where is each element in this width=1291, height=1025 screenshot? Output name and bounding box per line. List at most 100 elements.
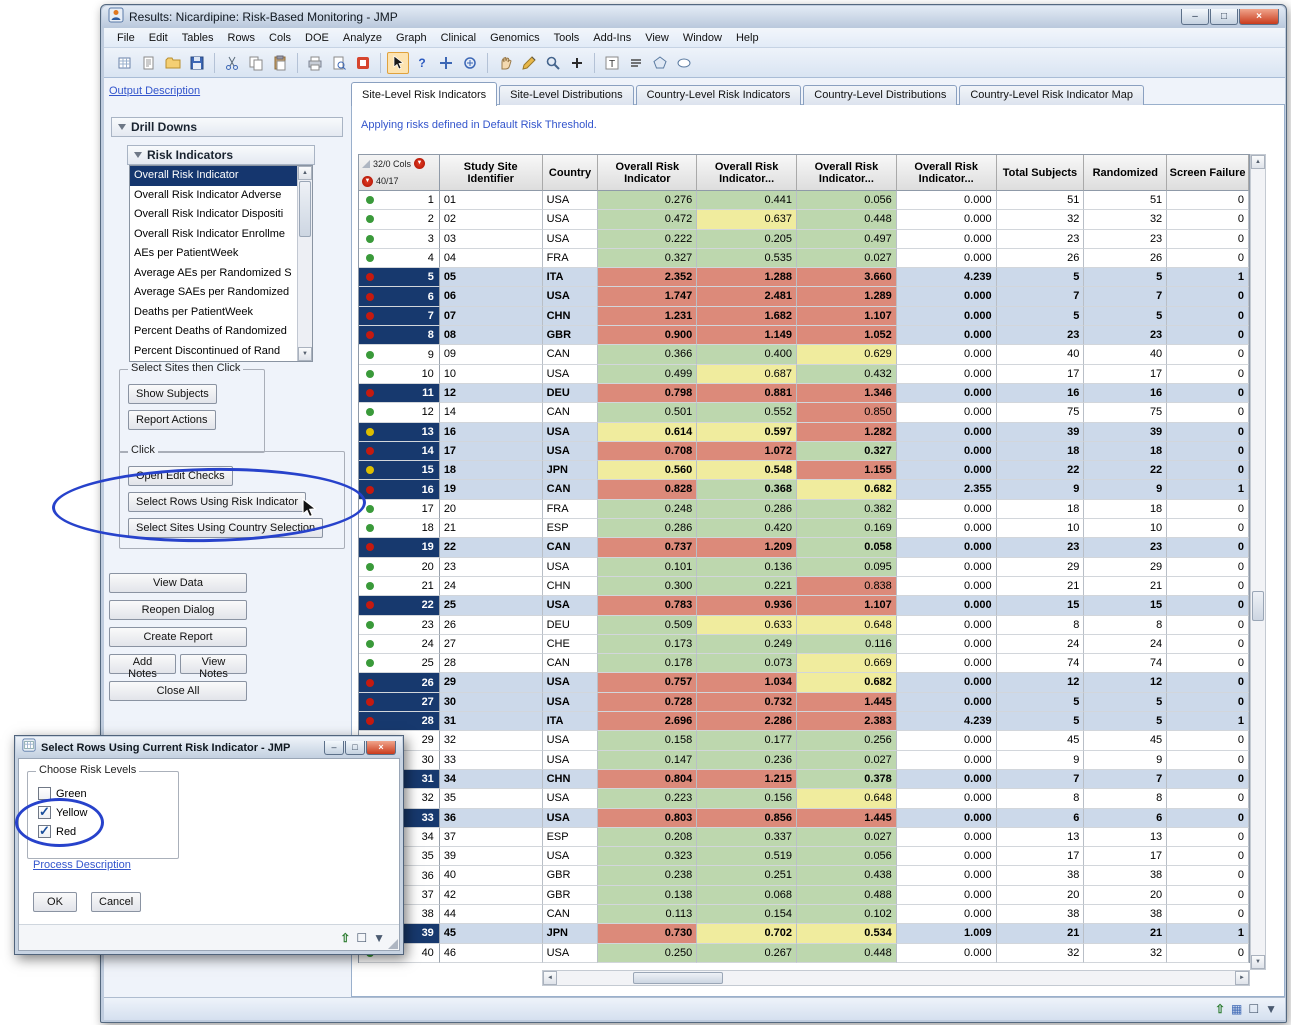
cell-risk-value[interactable]: 0.000 — [897, 326, 997, 345]
cell-country[interactable]: USA — [543, 365, 599, 384]
cell-risk-value[interactable]: 0.757 — [598, 673, 697, 692]
cell-count[interactable]: 23 — [997, 538, 1085, 557]
risk-indicator-item-percent-deaths-of-randomized[interactable]: Percent Deaths of Randomized — [130, 322, 297, 342]
cell-risk-value[interactable]: 0.936 — [697, 596, 797, 615]
cell-country[interactable]: ESP — [543, 519, 599, 538]
grabber-tool-icon[interactable] — [494, 52, 516, 74]
cell-risk-value[interactable]: 0.828 — [598, 480, 697, 499]
cell-risk-value[interactable]: 0.173 — [598, 635, 697, 654]
up-arrow-icon[interactable]: ⇧ — [340, 931, 350, 945]
row-header[interactable]: 12 — [359, 403, 440, 422]
cell-risk-value[interactable]: 0.669 — [797, 654, 897, 673]
cell-count[interactable]: 18 — [997, 500, 1085, 519]
cell-country[interactable]: USA — [543, 442, 599, 461]
cell-risk-value[interactable]: 0.068 — [697, 886, 797, 905]
cell-count[interactable]: 0 — [1167, 230, 1249, 249]
brush-tool-icon[interactable] — [518, 52, 540, 74]
cell-risk-value[interactable]: 0.238 — [598, 866, 697, 885]
cell-country[interactable]: CHN — [543, 577, 599, 596]
cell-site-id[interactable]: 24 — [440, 577, 543, 596]
cell-count[interactable]: 23 — [1084, 326, 1167, 345]
cell-count[interactable]: 18 — [1084, 442, 1167, 461]
cell-risk-value[interactable]: 1.445 — [797, 809, 897, 828]
cell-risk-value[interactable]: 0.000 — [897, 751, 997, 770]
cell-site-id[interactable]: 28 — [440, 654, 543, 673]
cell-risk-value[interactable]: 0.027 — [797, 751, 897, 770]
up-arrow-icon[interactable]: ⇧ — [1215, 1002, 1225, 1016]
cell-risk-value[interactable]: 0.534 — [797, 924, 897, 943]
cell-risk-value[interactable]: 0.000 — [897, 616, 997, 635]
cell-count[interactable]: 38 — [1084, 866, 1167, 885]
risk-indicator-item-overall-risk-indicator-enrollme[interactable]: Overall Risk Indicator Enrollme — [130, 225, 297, 245]
cell-count[interactable]: 21 — [1084, 924, 1167, 943]
cell-country[interactable]: FRA — [543, 500, 599, 519]
cell-risk-value[interactable]: 0.850 — [797, 403, 897, 422]
row-header[interactable]: 8 — [359, 326, 440, 345]
cell-risk-value[interactable]: 0.366 — [598, 345, 697, 364]
cell-risk-value[interactable]: 0.300 — [598, 577, 697, 596]
cell-country[interactable]: DEU — [543, 616, 599, 635]
cell-count[interactable]: 32 — [997, 944, 1085, 963]
cell-count[interactable]: 5 — [1084, 712, 1167, 731]
cell-count[interactable]: 0 — [1167, 789, 1249, 808]
cell-risk-value[interactable]: 0.177 — [697, 731, 797, 750]
cell-count[interactable]: 13 — [997, 828, 1085, 847]
cell-country[interactable]: GBR — [543, 326, 599, 345]
cell-country[interactable]: CHN — [543, 307, 599, 326]
cell-country[interactable]: ESP — [543, 828, 599, 847]
cell-risk-value[interactable]: 0.535 — [697, 249, 797, 268]
cell-count[interactable]: 18 — [997, 442, 1085, 461]
cell-count[interactable]: 51 — [1084, 191, 1167, 210]
cell-count[interactable]: 1 — [1167, 712, 1249, 731]
cell-count[interactable]: 0 — [1167, 731, 1249, 750]
cell-site-id[interactable]: 16 — [440, 423, 543, 442]
row-header[interactable]: 14 — [359, 442, 440, 461]
cell-site-id[interactable]: 07 — [440, 307, 543, 326]
cell-risk-value[interactable]: 0.000 — [897, 635, 997, 654]
risk-indicator-item-average-aes-per-randomized-s[interactable]: Average AEs per Randomized S — [130, 264, 297, 284]
cell-site-id[interactable]: 10 — [440, 365, 543, 384]
cell-risk-value[interactable]: 0.056 — [797, 191, 897, 210]
cell-count[interactable]: 8 — [997, 616, 1085, 635]
cell-risk-value[interactable]: 0.000 — [897, 538, 997, 557]
cell-count[interactable]: 0 — [1167, 596, 1249, 615]
cell-country[interactable]: USA — [543, 751, 599, 770]
risk-indicator-item-overall-risk-indicator-dispositi[interactable]: Overall Risk Indicator Dispositi — [130, 205, 297, 225]
cell-count[interactable]: 0 — [1167, 558, 1249, 577]
cell-count[interactable]: 32 — [997, 210, 1085, 229]
cell-count[interactable]: 22 — [997, 461, 1085, 480]
cell-count[interactable]: 26 — [997, 249, 1085, 268]
cell-site-id[interactable]: 36 — [440, 809, 543, 828]
table-vertical-scrollbar[interactable] — [1250, 154, 1266, 970]
columns-corner[interactable]: 32/0 Cols ▼ — [359, 155, 439, 173]
cell-risk-value[interactable]: 0.368 — [697, 480, 797, 499]
crosshair-tool-icon[interactable] — [435, 52, 457, 74]
cell-count[interactable]: 5 — [997, 712, 1085, 731]
menu-item-clinical[interactable]: Clinical — [434, 30, 483, 46]
cell-country[interactable]: CHN — [543, 770, 599, 789]
cell-count[interactable]: 0 — [1167, 616, 1249, 635]
scroll-right-icon[interactable] — [1235, 971, 1249, 985]
cell-count[interactable]: 0 — [1167, 828, 1249, 847]
cell-site-id[interactable]: 03 — [440, 230, 543, 249]
close-button[interactable]: × — [1239, 9, 1279, 25]
row-header[interactable]: 15 — [359, 461, 440, 480]
magnifier-tool-icon[interactable] — [542, 52, 564, 74]
cell-risk-value[interactable]: 0.000 — [897, 210, 997, 229]
cell-site-id[interactable]: 34 — [440, 770, 543, 789]
cell-count[interactable]: 7 — [997, 287, 1085, 306]
cell-risk-value[interactable]: 0.737 — [598, 538, 697, 557]
cell-risk-value[interactable]: 0.248 — [598, 500, 697, 519]
cell-site-id[interactable]: 12 — [440, 384, 543, 403]
cell-risk-value[interactable]: 1.215 — [697, 770, 797, 789]
cell-risk-value[interactable]: 0.000 — [897, 789, 997, 808]
paste-icon[interactable] — [269, 52, 291, 74]
scroll-down-icon[interactable] — [298, 347, 312, 361]
cell-risk-value[interactable]: 0.548 — [697, 461, 797, 480]
cell-count[interactable]: 17 — [1084, 365, 1167, 384]
risk-indicators-outline[interactable]: Risk Indicators — [127, 145, 315, 165]
column-header-overall-risk-indicator[interactable]: Overall Risk Indicator... — [897, 155, 997, 191]
list-scrollbar[interactable] — [297, 166, 312, 361]
cell-risk-value[interactable]: 0.382 — [797, 500, 897, 519]
row-header[interactable]: 23 — [359, 616, 440, 635]
